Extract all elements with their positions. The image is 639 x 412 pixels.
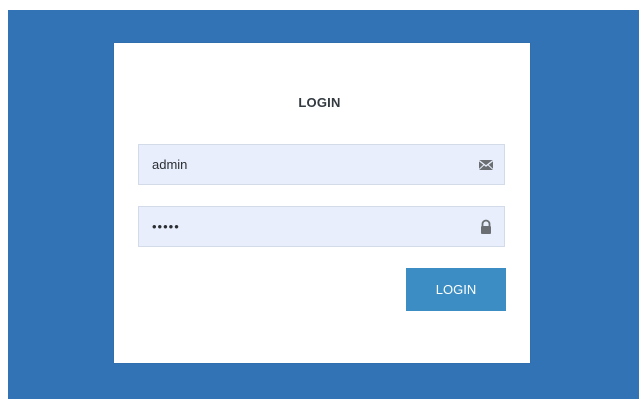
password-input[interactable] bbox=[139, 207, 504, 246]
password-field[interactable] bbox=[138, 206, 505, 247]
envelope-icon bbox=[478, 157, 494, 173]
username-field[interactable] bbox=[138, 144, 505, 185]
login-button[interactable]: LOGIN bbox=[406, 268, 506, 311]
login-title: LOGIN bbox=[298, 95, 341, 110]
lock-icon bbox=[478, 219, 494, 235]
username-input[interactable] bbox=[139, 145, 504, 184]
login-card bbox=[114, 43, 530, 363]
